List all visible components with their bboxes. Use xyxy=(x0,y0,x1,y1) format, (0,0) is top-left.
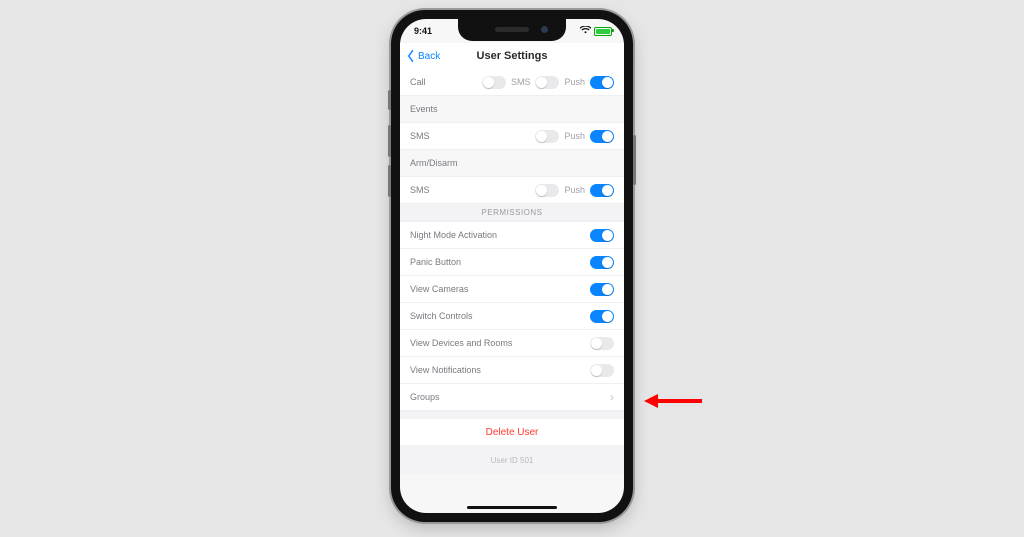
groups-label: Groups xyxy=(410,392,440,402)
events-push-toggle[interactable] xyxy=(590,130,614,143)
notch xyxy=(458,19,566,41)
phone-frame: 9:41 Back User Settings Call xyxy=(391,10,633,522)
user-id-footer: User ID 501 xyxy=(400,446,624,474)
delete-user-label: Delete User xyxy=(486,427,539,438)
alarms-push-label: Push xyxy=(564,77,585,87)
panic-button-toggle[interactable] xyxy=(590,256,614,269)
page-title: User Settings xyxy=(400,43,624,69)
events-header: Events xyxy=(410,104,438,114)
panic-button-row: Panic Button xyxy=(400,249,624,276)
view-cameras-row: View Cameras xyxy=(400,276,624,303)
silence-switch xyxy=(388,90,391,110)
battery-icon xyxy=(594,27,612,36)
wifi-icon xyxy=(580,26,591,36)
power-button xyxy=(633,135,636,185)
callout-arrow-icon xyxy=(644,391,704,411)
events-sms-toggle[interactable] xyxy=(535,130,559,143)
events-sms-label: SMS xyxy=(410,131,430,141)
view-cameras-toggle[interactable] xyxy=(590,283,614,296)
spacer xyxy=(400,411,624,419)
permissions-section-header: PERMISSIONS xyxy=(400,204,624,222)
view-devices-rooms-toggle[interactable] xyxy=(590,337,614,350)
armdisarm-push-toggle[interactable] xyxy=(590,184,614,197)
night-mode-row: Night Mode Activation xyxy=(400,222,624,249)
alarms-call-label: Call xyxy=(410,77,426,87)
settings-list[interactable]: Call SMS Push Events SMS Push xyxy=(400,69,624,513)
view-notifications-toggle[interactable] xyxy=(590,364,614,377)
home-indicator[interactable] xyxy=(467,506,557,509)
view-devices-rooms-row: View Devices and Rooms xyxy=(400,330,624,357)
volume-up-button xyxy=(388,125,391,157)
view-notifications-label: View Notifications xyxy=(410,365,481,375)
switch-controls-label: Switch Controls xyxy=(410,311,473,321)
events-push-label: Push xyxy=(564,131,585,141)
view-notifications-row: View Notifications xyxy=(400,357,624,384)
events-header-row: Events xyxy=(400,96,624,123)
status-right xyxy=(580,26,612,36)
delete-user-button[interactable]: Delete User xyxy=(400,419,624,446)
nav-bar: Back User Settings xyxy=(400,43,624,70)
panic-button-label: Panic Button xyxy=(410,257,461,267)
stage: 9:41 Back User Settings Call xyxy=(0,0,1024,537)
armdisarm-header-row: Arm/Disarm xyxy=(400,150,624,177)
night-mode-label: Night Mode Activation xyxy=(410,230,497,240)
speaker-grille xyxy=(495,27,529,32)
armdisarm-push-label: Push xyxy=(564,185,585,195)
armdisarm-sms-toggle[interactable] xyxy=(535,184,559,197)
status-time: 9:41 xyxy=(414,26,432,36)
volume-down-button xyxy=(388,165,391,197)
user-id-label: User ID 501 xyxy=(491,456,534,465)
alarms-row: Call SMS Push xyxy=(400,69,624,96)
alarms-sms-toggle[interactable] xyxy=(535,76,559,89)
switch-controls-toggle[interactable] xyxy=(590,310,614,323)
front-camera xyxy=(541,26,548,33)
groups-row[interactable]: Groups › xyxy=(400,384,624,411)
phone-screen: 9:41 Back User Settings Call xyxy=(400,19,624,513)
alarms-sms-label: SMS xyxy=(511,77,531,87)
alarms-push-toggle[interactable] xyxy=(590,76,614,89)
armdisarm-sms-label: SMS xyxy=(410,185,430,195)
night-mode-toggle[interactable] xyxy=(590,229,614,242)
view-devices-rooms-label: View Devices and Rooms xyxy=(410,338,512,348)
armdisarm-row: SMS Push xyxy=(400,177,624,204)
switch-controls-row: Switch Controls xyxy=(400,303,624,330)
chevron-right-icon: › xyxy=(610,390,614,404)
armdisarm-header: Arm/Disarm xyxy=(410,158,458,168)
events-row: SMS Push xyxy=(400,123,624,150)
alarms-call-toggle[interactable] xyxy=(482,76,506,89)
view-cameras-label: View Cameras xyxy=(410,284,468,294)
